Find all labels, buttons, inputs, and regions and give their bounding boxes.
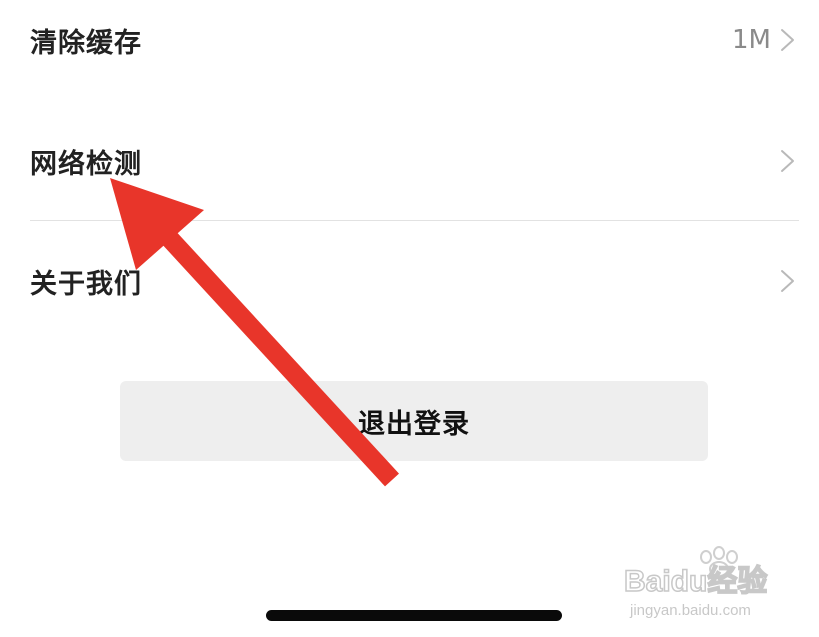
settings-item-label: 关于我们 (30, 268, 142, 300)
settings-item-right: 1M (732, 25, 799, 55)
settings-item-about-us[interactable]: 关于我们 (30, 251, 799, 311)
settings-item-right (777, 266, 799, 296)
watermark-url-text: jingyan.baidu.com (629, 602, 751, 619)
settings-item-network-check[interactable]: 网络检测 (30, 131, 799, 191)
home-indicator[interactable] (266, 610, 562, 621)
row-divider (30, 220, 799, 221)
settings-item-right (777, 146, 799, 176)
logout-button[interactable]: 退出登录 (120, 381, 708, 461)
chevron-right-icon (781, 150, 794, 172)
settings-item-label: 清除缓存 (30, 27, 142, 59)
chevron-right-icon (781, 29, 794, 51)
chevron-right-icon (781, 270, 794, 292)
cache-size-value: 1M (732, 25, 771, 55)
settings-item-label: 网络检测 (30, 148, 142, 180)
annotation-arrow-icon (110, 178, 399, 487)
baidu-watermark: Baidu经验 jingyan.baidu.com (618, 545, 798, 625)
baidu-paw-icon: Baidu经验 jingyan.baidu.com (623, 546, 768, 619)
settings-item-clear-cache[interactable]: 清除缓存 1M (30, 10, 799, 70)
watermark-logo-text: Baidu经验 (624, 564, 767, 598)
